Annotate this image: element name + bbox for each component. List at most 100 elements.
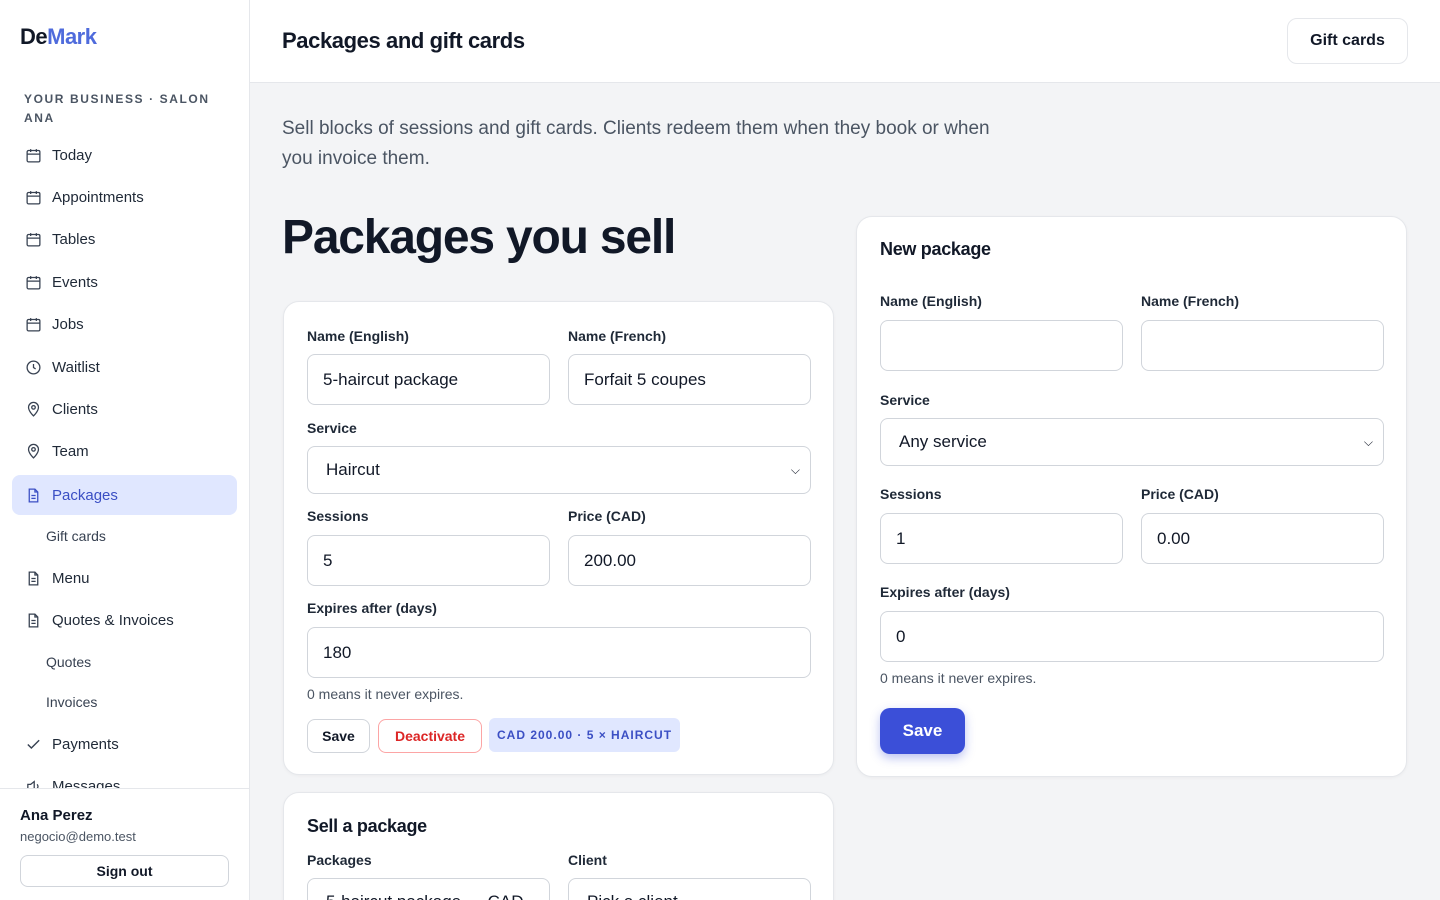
expires-input[interactable]: 180: [307, 627, 811, 678]
document-icon: [24, 611, 42, 629]
chevron-down-icon: ⌵: [790, 462, 800, 477]
new-name-french-input[interactable]: [1141, 320, 1384, 371]
document-icon: [24, 486, 42, 504]
sidebar: DeMark YOUR BUSINESS · SALON ANA Today A…: [0, 0, 250, 900]
sidebar-item-label: Menu: [52, 569, 90, 587]
sessions-input[interactable]: 5: [307, 535, 550, 586]
service-select[interactable]: Haircut ⌵: [307, 446, 811, 494]
name-french-label: Name (French): [1141, 293, 1240, 309]
service-label: Service: [880, 392, 930, 408]
user-name: Ana Perez: [20, 807, 93, 824]
expires-hint: 0 means it never expires.: [307, 686, 464, 702]
sessions-label: Sessions: [880, 486, 942, 502]
service-select-value: Haircut: [326, 460, 380, 479]
gift-cards-button[interactable]: Gift cards: [1287, 18, 1408, 64]
sidebar-item-label: Quotes & Invoices: [52, 611, 174, 629]
check-icon: [24, 735, 42, 753]
sidebar-item-quotes-invoices[interactable]: Quotes & Invoices: [12, 600, 237, 640]
sidebar-item-waitlist[interactable]: Waitlist: [12, 347, 237, 387]
map-pin-icon: [24, 442, 42, 460]
new-package-title: New package: [880, 239, 991, 259]
sidebar-item-label: Packages: [52, 486, 118, 504]
create-package-save-button[interactable]: Save: [880, 708, 965, 754]
section-title: Packages you sell: [282, 211, 676, 264]
expires-hint: 0 means it never expires.: [880, 670, 1037, 686]
sidebar-item-label: Waitlist: [52, 358, 100, 376]
expires-label: Expires after (days): [307, 600, 437, 616]
sidebar-item-payments[interactable]: Payments: [12, 724, 237, 764]
sidebar-item-label: Events: [52, 273, 98, 291]
sidebar-item-label: Today: [52, 146, 93, 164]
name-english-label: Name (English): [880, 293, 982, 309]
packages-label: Packages: [307, 852, 372, 868]
client-select[interactable]: Pick a client ⌵: [568, 878, 811, 900]
new-expires-input[interactable]: 0: [880, 611, 1384, 662]
sidebar-subitem-gift-cards[interactable]: Gift cards: [46, 521, 106, 551]
package-select[interactable]: 5-haircut package — CAD ⌵: [307, 878, 550, 900]
new-service-select-value: Any service: [899, 432, 987, 451]
business-name: YOUR BUSINESS · SALON ANA: [24, 92, 210, 125]
sidebar-item-messages[interactable]: Messages: [12, 766, 237, 790]
sidebar-nav: Today Appointments Tables Events Jobs Wa…: [12, 135, 237, 790]
user-panel: Ana Perez negocio@demo.test Sign out: [0, 788, 249, 900]
new-price-input[interactable]: 0.00: [1141, 513, 1384, 564]
new-name-english-input[interactable]: [880, 320, 1123, 371]
sidebar-item-label: Clients: [52, 400, 98, 418]
sidebar-item-jobs[interactable]: Jobs: [12, 304, 237, 344]
calendar-icon: [24, 146, 42, 164]
sidebar-item-packages[interactable]: Packages: [12, 475, 237, 515]
sidebar-item-tables[interactable]: Tables: [12, 219, 237, 259]
client-label: Client: [568, 852, 607, 868]
brand-logo[interactable]: DeMark: [20, 24, 97, 50]
name-english-label: Name (English): [307, 328, 409, 344]
name-english-input[interactable]: 5-haircut package: [307, 354, 550, 405]
sign-out-button[interactable]: Sign out: [20, 855, 229, 887]
new-service-select[interactable]: Any service ⌵: [880, 418, 1384, 466]
price-input[interactable]: 200.00: [568, 535, 811, 586]
page-title: Packages and gift cards: [282, 28, 525, 53]
user-email: negocio@demo.test: [20, 829, 136, 844]
sidebar-item-team[interactable]: Team: [12, 431, 237, 471]
calendar-icon: [24, 273, 42, 291]
sidebar-item-label: Team: [52, 442, 89, 460]
package-select-value: 5-haircut package — CAD: [326, 892, 523, 900]
new-sessions-input[interactable]: 1: [880, 513, 1123, 564]
sidebar-item-label: Appointments: [52, 188, 144, 206]
sidebar-item-label: Tables: [52, 230, 96, 248]
price-label: Price (CAD): [1141, 486, 1219, 502]
sell-package-title: Sell a package: [307, 816, 427, 836]
sidebar-subitem-invoices[interactable]: Invoices: [46, 687, 97, 717]
save-button[interactable]: Save: [307, 719, 370, 753]
name-french-label: Name (French): [568, 328, 667, 344]
sidebar-item-menu[interactable]: Menu: [12, 558, 237, 598]
calendar-icon: [24, 315, 42, 333]
price-label: Price (CAD): [568, 508, 646, 524]
sidebar-item-label: Jobs: [52, 315, 84, 333]
package-card: Name (English) Name (French) 5-haircut p…: [283, 301, 834, 775]
calendar-icon: [24, 230, 42, 248]
logo-part-mark: Mark: [47, 24, 97, 49]
clock-icon: [24, 358, 42, 376]
sidebar-item-today[interactable]: Today: [12, 135, 237, 175]
deactivate-button[interactable]: Deactivate: [378, 719, 482, 753]
expires-label: Expires after (days): [880, 584, 1010, 600]
client-select-value: Pick a client: [587, 892, 678, 900]
chevron-down-icon: ⌵: [530, 895, 539, 900]
page-intro: Sell blocks of sessions and gift cards. …: [282, 118, 990, 169]
chevron-down-icon: ⌵: [791, 895, 800, 900]
document-icon: [24, 569, 42, 587]
chevron-down-icon: ⌵: [1363, 434, 1373, 449]
map-pin-icon: [24, 400, 42, 418]
calendar-icon: [24, 188, 42, 206]
sidebar-item-events[interactable]: Events: [12, 262, 237, 302]
sessions-label: Sessions: [307, 508, 369, 524]
new-package-card: New package Name (English) Name (French)…: [856, 216, 1407, 777]
package-summary-badge: CAD 200.00 · 5 × HAIRCUT: [489, 718, 681, 752]
sidebar-subitem-quotes[interactable]: Quotes: [46, 647, 91, 677]
top-header: Packages and gift cards Gift cards: [250, 0, 1440, 83]
logo-part-de: De: [20, 24, 48, 49]
sidebar-item-label: Payments: [52, 735, 119, 753]
name-french-input[interactable]: Forfait 5 coupes: [568, 354, 811, 405]
sidebar-item-clients[interactable]: Clients: [12, 389, 237, 429]
sidebar-item-appointments[interactable]: Appointments: [12, 177, 237, 217]
